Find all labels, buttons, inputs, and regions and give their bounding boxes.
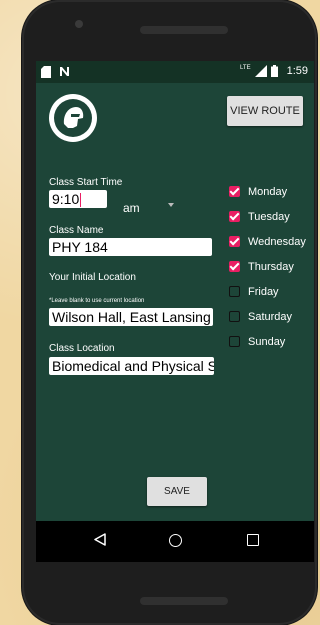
- text-cursor: [80, 193, 82, 208]
- checkbox-unchecked-icon[interactable]: [229, 311, 240, 322]
- start-time-label: Class Start Time: [49, 177, 123, 188]
- view-route-button[interactable]: VIEW ROUTE: [227, 96, 303, 126]
- day-wednesday[interactable]: Wednesday: [229, 229, 306, 254]
- class-location-label: Class Location: [49, 343, 115, 354]
- lte-label: LTE: [240, 65, 251, 71]
- class-name-value: PHY 184: [52, 239, 108, 255]
- android-nav-bar: [36, 521, 314, 562]
- initial-location-field[interactable]: Wilson Hall, East Lansing: [49, 308, 213, 326]
- day-sunday[interactable]: Sunday: [229, 329, 306, 354]
- day-monday[interactable]: Monday: [229, 179, 306, 204]
- day-label: Sunday: [248, 335, 286, 348]
- back-icon[interactable]: [94, 533, 106, 551]
- battery-icon: [270, 65, 283, 77]
- ampm-value: am: [123, 201, 140, 215]
- sim-card-icon: [41, 66, 53, 78]
- spartan-helmet-icon: [54, 99, 92, 137]
- initial-location-value: Wilson Hall, East Lansing: [52, 309, 211, 325]
- checkbox-checked-icon[interactable]: [229, 236, 240, 247]
- day-label: Tuesday: [248, 210, 290, 223]
- recents-icon[interactable]: [247, 534, 259, 546]
- n-notification-icon: [59, 66, 71, 78]
- day-label: Wednesday: [248, 235, 306, 248]
- day-friday[interactable]: Friday: [229, 279, 306, 304]
- day-label: Saturday: [248, 310, 293, 323]
- day-label: Thursday: [248, 260, 294, 273]
- save-button[interactable]: SAVE: [147, 477, 207, 506]
- day-thursday[interactable]: Thursday: [229, 254, 306, 279]
- status-bar-left: [41, 66, 71, 78]
- bottom-bezel: [36, 562, 314, 587]
- checkbox-unchecked-icon[interactable]: [229, 336, 240, 347]
- class-location-value: Biomedical and Physical Sciences: [52, 358, 214, 374]
- top-speaker: [140, 26, 228, 34]
- checkbox-unchecked-icon[interactable]: [229, 286, 240, 297]
- status-time: 1:59: [286, 65, 308, 77]
- status-bar: LTE 1:59: [36, 61, 314, 83]
- day-label: Friday: [248, 285, 279, 298]
- chevron-down-icon[interactable]: [168, 203, 174, 207]
- camera-dot: [75, 20, 83, 28]
- day-saturday[interactable]: Saturday: [229, 304, 306, 329]
- signal-icon: [254, 65, 267, 77]
- spartan-logo: [49, 94, 97, 142]
- class-location-field[interactable]: Biomedical and Physical Sciences: [49, 357, 214, 375]
- checkbox-checked-icon[interactable]: [229, 261, 240, 272]
- day-label: Monday: [248, 185, 288, 198]
- initial-location-hint: *Leave blank to use current location: [49, 298, 145, 304]
- class-name-label: Class Name: [49, 225, 104, 236]
- checkbox-checked-icon[interactable]: [229, 186, 240, 197]
- checkbox-checked-icon[interactable]: [229, 211, 240, 222]
- initial-location-label: Your Initial Location: [49, 272, 136, 283]
- status-bar-right: LTE 1:59: [240, 65, 308, 77]
- start-time-field[interactable]: 9:10: [49, 190, 107, 208]
- bottom-speaker: [140, 597, 228, 605]
- start-time-value: 9:10: [52, 191, 80, 207]
- days-list: Monday Tuesday Wednesday Thursday Friday…: [229, 179, 306, 354]
- day-tuesday[interactable]: Tuesday: [229, 204, 306, 229]
- app-screen: LTE 1:59 VIEW ROUTE Class Start Time 9:1…: [36, 61, 314, 587]
- ampm-spinner[interactable]: am: [123, 201, 140, 215]
- class-name-field[interactable]: PHY 184: [49, 238, 212, 256]
- home-icon[interactable]: [169, 534, 182, 547]
